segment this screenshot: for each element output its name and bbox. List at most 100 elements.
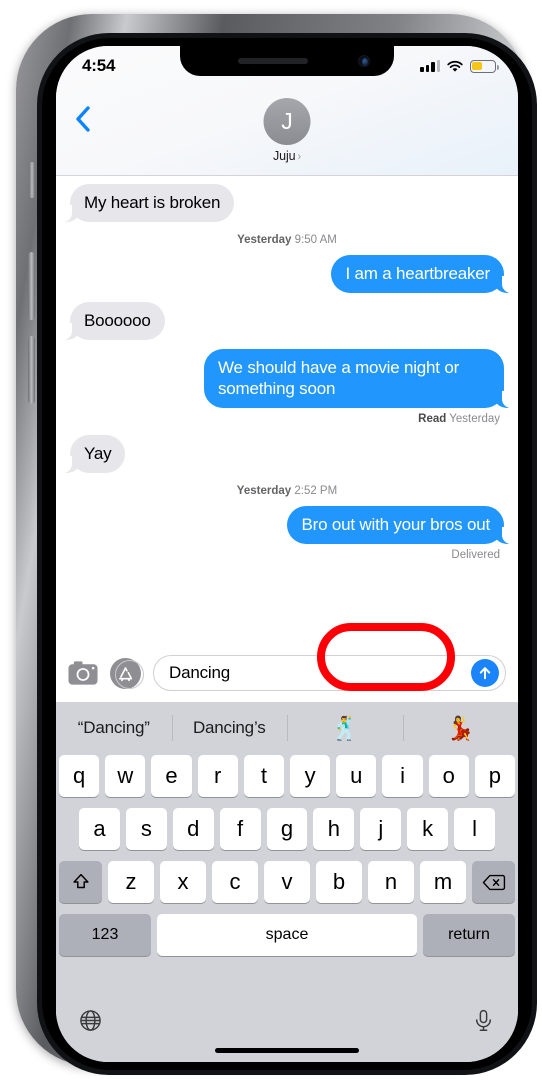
volume-up-button[interactable] [28,252,35,320]
send-button[interactable] [471,659,499,687]
predictive-suggestion-quoted[interactable]: “Dancing” [56,718,172,738]
keyboard-rows: q w e r t y u i o p a s d f g h j k l z … [56,754,518,956]
phone-screen: 4:54 J Juju › My heart is broken Yesterd… [56,46,518,1062]
message-bubble[interactable]: Bro out with your bros out [287,506,511,544]
key-s[interactable]: s [125,808,167,850]
key-b[interactable]: b [316,861,362,903]
message-thread[interactable]: My heart is broken Yesterday 9:50 AM I a… [56,176,518,644]
thread-timestamp: Yesterday 9:50 AM [56,234,518,246]
status-value: Yesterday [449,413,500,425]
timestamp-time: 2:52 PM [294,485,338,497]
message-bubble[interactable]: I am a heartbreaker [331,255,511,293]
key-x[interactable]: x [160,861,206,903]
predictive-suggestion-possessive[interactable]: Dancing’s [172,718,288,738]
status-label: Read [418,413,447,425]
keyboard-row-middle: a s d f g h j k l [59,808,515,850]
app-store-icon [118,666,133,681]
message-bubble[interactable]: Yay [62,435,126,473]
key-u[interactable]: u [336,755,377,797]
emoji-suggestion-woman-dancing[interactable]: 💃 [403,715,519,742]
message-input-value: Dancing [169,663,230,682]
message-row-sent: I am a heartbreaker [56,255,518,293]
contact-name: Juju › [264,149,311,163]
camera-button[interactable] [68,658,98,688]
timestamp-day: Yesterday [237,234,292,246]
shift-arrow-icon [72,873,89,889]
key-e[interactable]: e [151,755,192,797]
return-key[interactable]: return [423,914,515,956]
message-text-field[interactable]: Dancing [153,655,506,691]
backspace-icon [482,874,505,890]
device-notch [180,46,394,76]
back-button[interactable] [70,104,96,134]
key-z[interactable]: z [108,861,154,903]
key-l[interactable]: l [454,808,496,850]
key-c[interactable]: c [212,861,258,903]
message-bubble[interactable]: My heart is broken [62,184,235,222]
thread-timestamp: Yesterday 2:52 PM [56,485,518,497]
key-f[interactable]: f [219,808,261,850]
contact-info-button[interactable]: J Juju › [263,98,311,163]
emoji-suggestion-man-dancing[interactable]: 🕺 [287,715,403,742]
key-h[interactable]: h [313,808,355,850]
cellular-bars-icon [420,60,440,72]
message-status-read: Read Yesterday [56,413,518,425]
key-y[interactable]: y [290,755,331,797]
keyboard-row-top: q w e r t y u i o p [58,755,516,797]
backspace-key[interactable] [472,861,515,903]
camera-icon [68,661,98,685]
app-store-button[interactable] [110,657,144,689]
screenshot-stage: 4:54 J Juju › My heart is broken Yesterd… [0,0,542,1080]
timestamp-time: 9:50 AM [294,234,337,246]
message-input-bar: Dancing [56,644,518,702]
message-status-delivered: Delivered [56,549,518,561]
key-k[interactable]: k [407,808,449,850]
message-row-received: Yay [56,435,518,473]
status-label: Delivered [451,549,500,561]
message-row-received: Boooooo [56,302,518,340]
on-screen-keyboard[interactable]: “Dancing” Dancing’s 🕺 💃 q w e r t y u i [56,702,518,1062]
back-chevron-icon [76,106,90,132]
keyboard-row-bottom: z x c v b n m [59,861,515,903]
microphone-icon[interactable] [471,1008,496,1033]
message-row-received: My heart is broken [56,184,518,222]
volume-down-button[interactable] [28,336,35,404]
phone-device-frame: 4:54 J Juju › My heart is broken Yesterd… [16,14,537,1075]
key-d[interactable]: d [172,808,214,850]
key-w[interactable]: w [105,755,146,797]
earpiece-speaker [238,58,308,64]
key-q[interactable]: q [58,755,100,797]
key-o[interactable]: o [428,755,469,797]
predictive-suggestion-bar[interactable]: “Dancing” Dancing’s 🕺 💃 [56,702,518,754]
key-t[interactable]: t [243,755,284,797]
globe-icon[interactable] [78,1008,103,1033]
wifi-icon [447,60,463,72]
contact-name-text: Juju [272,149,296,163]
message-bubble[interactable]: We should have a movie night or somethin… [204,349,511,408]
shift-key[interactable] [59,861,102,903]
key-p[interactable]: p [474,755,516,797]
home-indicator[interactable] [215,1048,359,1053]
keyboard-row-space: 123 space return [59,914,515,956]
numbers-key[interactable]: 123 [59,914,151,956]
message-row-sent: Bro out with your bros out [56,506,518,544]
key-j[interactable]: j [360,808,402,850]
key-m[interactable]: m [420,861,466,903]
key-g[interactable]: g [266,808,308,850]
space-key[interactable]: space [157,914,417,956]
chevron-right-icon: › [297,151,302,163]
front-camera-icon [358,55,370,67]
message-bubble[interactable]: Boooooo [63,302,165,340]
key-a[interactable]: a [79,808,120,850]
send-arrow-icon [479,667,491,680]
key-v[interactable]: v [264,861,310,903]
key-n[interactable]: n [368,861,414,903]
status-bar-time: 4:54 [82,56,116,75]
avatar: J [263,98,311,145]
key-r[interactable]: r [197,755,238,797]
timestamp-day: Yesterday [236,485,292,497]
battery-icon [470,59,499,73]
status-bar-indicators [420,59,499,73]
mute-switch-button[interactable] [29,162,35,198]
key-i[interactable]: i [382,755,423,797]
